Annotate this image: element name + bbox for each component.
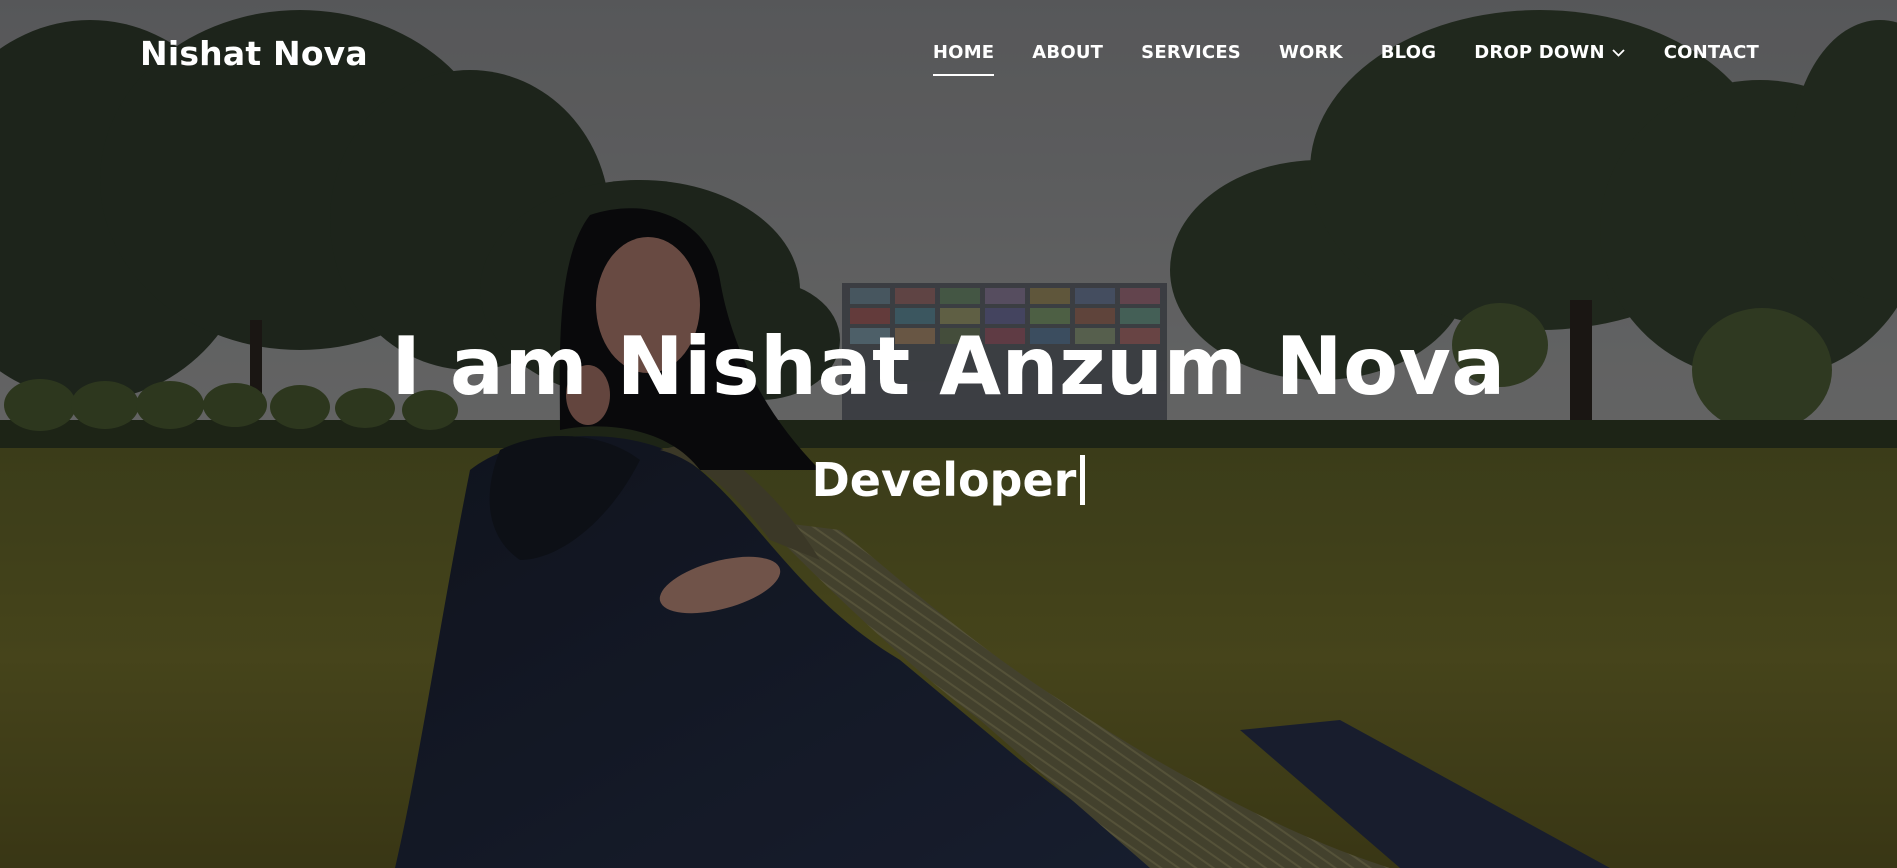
hero-section: Nishat Nova HOME ABOUT SERVICES WORK BLO…	[0, 0, 1897, 868]
nav-item-about[interactable]: ABOUT	[1032, 42, 1103, 63]
nav-link-home[interactable]: HOME	[933, 42, 994, 63]
nav-link-contact[interactable]: CONTACT	[1664, 42, 1759, 63]
nav-link-work[interactable]: WORK	[1279, 42, 1343, 63]
nav-item-services[interactable]: SERVICES	[1141, 42, 1241, 63]
hero-typed-line: Developer	[812, 453, 1086, 507]
nav-item-blog[interactable]: BLOG	[1381, 42, 1436, 63]
nav-link-blog[interactable]: BLOG	[1381, 42, 1436, 63]
nav-link-dropdown[interactable]: DROP DOWN	[1474, 42, 1626, 63]
nav-item-dropdown[interactable]: DROP DOWN	[1474, 42, 1626, 63]
nav-link-about[interactable]: ABOUT	[1032, 42, 1103, 63]
typing-cursor	[1080, 455, 1086, 505]
hero-content: I am Nishat Anzum Nova Developer	[0, 320, 1897, 507]
brand-logo-link[interactable]: Nishat Nova	[140, 34, 368, 73]
nav-item-contact[interactable]: CONTACT	[1664, 42, 1759, 63]
nav-link-services[interactable]: SERVICES	[1141, 42, 1241, 63]
nav-item-work[interactable]: WORK	[1279, 42, 1343, 63]
navbar: Nishat Nova HOME ABOUT SERVICES WORK BLO…	[0, 0, 1897, 110]
hero-title: I am Nishat Anzum Nova	[391, 320, 1506, 413]
hero-typed-text: Developer	[811, 453, 1077, 507]
nav-item-home[interactable]: HOME	[933, 42, 994, 63]
nav-link-dropdown-label: DROP DOWN	[1474, 42, 1605, 63]
nav-menu: HOME ABOUT SERVICES WORK BLOG DROP DOWN	[895, 42, 1759, 63]
chevron-down-icon	[1612, 48, 1625, 57]
